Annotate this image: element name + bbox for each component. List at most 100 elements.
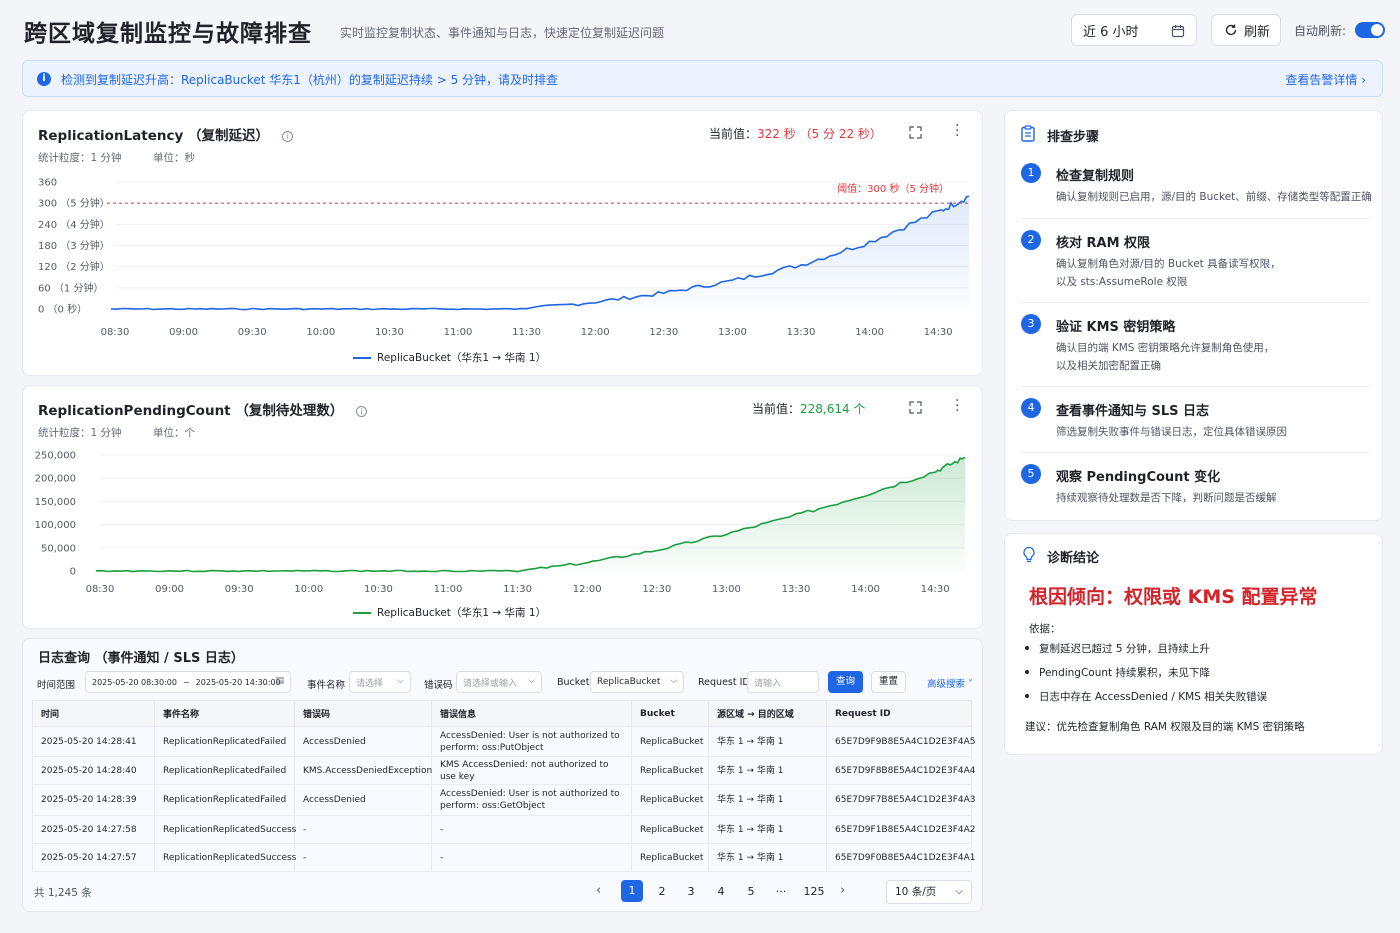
step-description: 确认目的端 KMS 密钥策略允许复制角色使用， <box>1056 342 1275 354</box>
step-title: 查看事件通知与 SLS 日志 <box>1056 404 1210 419</box>
cell-bucket: ReplicaBucket <box>631 726 709 757</box>
page-button[interactable]: 125 <box>802 885 826 898</box>
table-row[interactable]: 2025-05-20 14:27:58 ReplicationReplicated… <box>32 815 975 844</box>
x-tick-label: 12:30 <box>649 327 678 338</box>
series-area <box>96 457 965 572</box>
cell-bucket: ReplicaBucket <box>631 815 709 844</box>
cell-region: 华东 1 → 华南 1 <box>708 726 827 757</box>
cell-region: 华东 1 → 华南 1 <box>708 843 827 872</box>
error-filter-select[interactable]: 请选择或输入 ⌵ <box>456 671 542 693</box>
x-tick-label: 11:30 <box>512 327 541 338</box>
time-range-filter-label: 时间范围 <box>37 680 76 691</box>
cell-request-id: 65E7D9F8B8E5A4C1D2E3F4A4 <box>826 756 975 785</box>
next-page-icon[interactable]: › <box>840 883 845 898</box>
troubleshooting-steps-card: 排查步骤 1 检查复制规则 确认复制规则已启用，源/目的 Bucket、前缀、存储类… <box>1004 110 1383 521</box>
bucket-filter-select[interactable]: ReplicaBucket ⌵ <box>590 671 684 693</box>
x-tick-label: 09:30 <box>238 327 267 338</box>
column-header[interactable]: Bucket <box>631 700 709 727</box>
cell-request-id: 65E7D9F9B8E5A4C1D2E3F4A5 <box>826 726 975 757</box>
page-button[interactable]: 5 <box>740 885 762 898</box>
cell-time: 2025-05-20 14:28:39 <box>32 784 155 816</box>
y-tick-label: 300 （5 分钟） <box>38 197 110 210</box>
alert-details-link[interactable]: 查看告警详情 › <box>1285 71 1366 88</box>
y-tick-label: 50,000 <box>41 543 76 554</box>
column-header[interactable]: 错误码 <box>294 700 432 727</box>
time-range-filter[interactable]: 2025-05-20 08:30:00 ~ 2025-05-20 14:30:0… <box>85 671 291 693</box>
total-count: 共 1,245 条 <box>34 887 92 899</box>
steps-title: 排查步骤 <box>1047 130 1100 145</box>
table-row[interactable]: 2025-05-20 14:28:41 ReplicationReplicated… <box>32 726 975 757</box>
cell-code: AccessDenied <box>294 784 432 816</box>
pending-chart: 0 50,000 100,000 150,000 200,000 250,000 08:30… <box>35 451 966 595</box>
column-header[interactable]: 时间 <box>32 700 155 727</box>
cell-message: AccessDenied: User is not authorized to … <box>431 784 632 816</box>
x-tick-label: 10:30 <box>375 327 404 338</box>
step-number: 5 <box>1021 464 1041 484</box>
query-button[interactable]: 查询 <box>828 671 863 693</box>
event-filter-select[interactable]: 请选择 ⌵ <box>349 671 411 693</box>
x-tick-label: 08:30 <box>86 584 115 595</box>
x-tick-label: 13:30 <box>782 584 811 595</box>
x-tick-label: 13:30 <box>787 327 816 338</box>
cell-code: AccessDenied <box>294 726 432 757</box>
cell-event: ReplicationReplicatedFailed <box>154 726 295 757</box>
refresh-button[interactable]: 刷新 <box>1211 14 1281 46</box>
alert-banner: i 检测到复制延迟升高：ReplicaBucket 华东1（杭州）的复制延迟持续… <box>22 60 1383 97</box>
pending-legend[interactable]: ReplicaBucket（华东1 → 华南 1） <box>353 605 546 620</box>
refresh-icon <box>1225 24 1237 36</box>
reset-button[interactable]: 重置 <box>871 671 906 693</box>
legend-swatch <box>353 356 371 359</box>
page-button[interactable]: 2 <box>651 885 673 898</box>
table-row[interactable]: 2025-05-20 14:28:40 ReplicationReplicated… <box>32 756 975 785</box>
cell-message: AccessDenied: User is not authorized to … <box>431 726 632 757</box>
advanced-search-link[interactable]: 高级搜索 ˅ <box>927 676 973 690</box>
y-tick-label: 200,000 <box>35 474 76 485</box>
cell-event: ReplicationReplicatedSuccess <box>154 843 296 872</box>
latency-chart-card: ReplicationLatency （复制延迟） i 统计粒度：1 分钟 单位… <box>22 110 983 376</box>
step-title: 验证 KMS 密钥策略 <box>1056 320 1176 335</box>
x-tick-label: 09:00 <box>169 327 198 338</box>
cell-time: 2025-05-20 14:28:40 <box>32 756 155 785</box>
page-ellipsis[interactable]: ··· <box>770 885 792 898</box>
page-button[interactable]: 1 <box>621 880 643 902</box>
page-button[interactable]: 4 <box>710 885 732 898</box>
legend-label: ReplicaBucket（华东1 → 华南 1） <box>377 352 547 364</box>
log-table: 时间 事件名称 错误码 错误信息 Bucket 源区域 → 目的区域 Reque… <box>32 700 975 872</box>
x-tick-label: 14:00 <box>855 327 884 338</box>
x-tick-label: 12:00 <box>581 327 610 338</box>
lightbulb-icon <box>1023 546 1035 563</box>
column-header[interactable]: 事件名称 <box>154 700 295 727</box>
page-size-select[interactable]: 10 条/页 ⌵ <box>886 880 972 904</box>
calendar-icon <box>1171 25 1185 38</box>
table-row[interactable]: 2025-05-20 14:28:39 ReplicationReplicated… <box>32 784 975 816</box>
auto-refresh-toggle[interactable] <box>1355 22 1385 38</box>
step-title: 检查复制规则 <box>1056 169 1135 184</box>
step-description: 以及 sts:AssumeRole 权限 <box>1056 276 1188 288</box>
latency-legend[interactable]: ReplicaBucket（华东1 → 华南 1） <box>353 350 546 365</box>
y-tick-label: 120 （2 分钟） <box>38 260 110 273</box>
x-tick-label: 11:00 <box>444 327 473 338</box>
x-tick-label: 12:00 <box>573 584 602 595</box>
request-filter-label: Request ID <box>698 677 750 688</box>
cell-event: ReplicationReplicatedFailed <box>154 756 295 785</box>
prev-page-icon[interactable]: ‹ <box>596 883 601 898</box>
request-id-input[interactable]: 请输入 <box>747 671 819 693</box>
time-range-picker[interactable]: 近 6 小时 <box>1071 14 1197 46</box>
x-tick-label: 09:00 <box>155 584 184 595</box>
page-title: 跨区域复制监控与故障排查 <box>24 21 312 47</box>
step-title: 核对 RAM 权限 <box>1056 236 1151 251</box>
chevron-down-icon: ⌵ <box>397 676 404 686</box>
cell-time: 2025-05-20 14:28:41 <box>32 726 155 757</box>
basis-list: 复制延迟已超过 5 分钟，且持续上升 PendingCount 持续累积，未见下… <box>1025 641 1267 713</box>
column-header[interactable]: Request ID <box>826 700 972 727</box>
step-description: 以及相关加密配置正确 <box>1056 360 1161 372</box>
x-tick-label: 10:30 <box>364 584 393 595</box>
chevron-down-icon: ⌵ <box>670 676 677 686</box>
column-header[interactable]: 源区域 → 目的区域 <box>708 700 827 727</box>
page-button[interactable]: 3 <box>680 885 702 898</box>
y-tick-label: 150,000 <box>35 497 76 508</box>
y-tick-label: 60 （1 分钟） <box>38 281 103 294</box>
column-header[interactable]: 错误信息 <box>431 700 632 727</box>
table-row[interactable]: 2025-05-20 14:27:57 ReplicationReplicated… <box>32 843 975 872</box>
cell-time: 2025-05-20 14:27:58 <box>32 815 155 844</box>
